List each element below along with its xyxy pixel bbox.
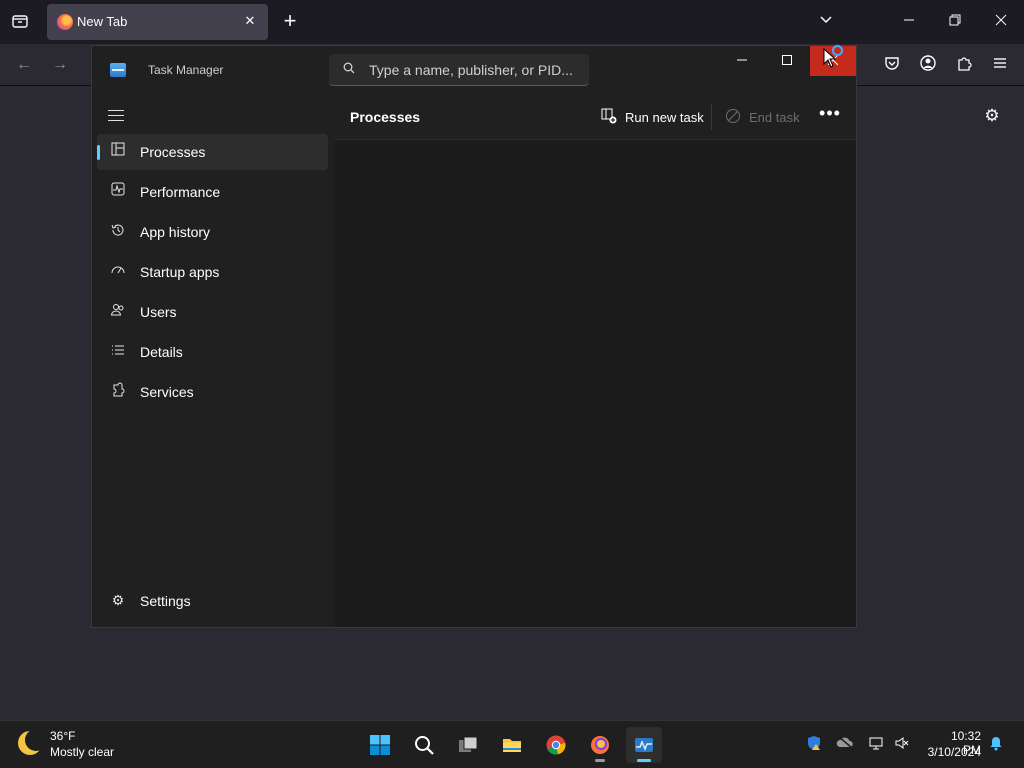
sidebar-item-details[interactable]: Details [97, 334, 328, 370]
sidebar-item-settings[interactable]: ⚙ Settings [97, 583, 328, 619]
sidebar-item-label: Services [140, 384, 194, 400]
minimize-icon[interactable] [899, 12, 919, 32]
sidebar-item-services[interactable]: Services [97, 374, 328, 410]
sidebar-item-label: Details [140, 344, 183, 360]
command-bar: Processes Run new task End task ••• [334, 94, 856, 140]
window-title: Task Manager [148, 63, 224, 77]
close-icon[interactable] [991, 12, 1011, 32]
notification-bell-icon[interactable] [987, 735, 1005, 753]
page-title: Processes [350, 109, 421, 125]
run-new-task-button[interactable]: Run new task [601, 103, 705, 131]
task-manager-button[interactable] [626, 727, 662, 763]
block-icon [725, 108, 741, 124]
account-icon[interactable] [918, 55, 938, 75]
task-manager-window: Task Manager Processes [91, 45, 857, 628]
task-view-icon [459, 736, 478, 752]
tab-list-icon[interactable] [10, 12, 30, 32]
processes-page: Processes Run new task End task ••• [334, 94, 856, 627]
folder-icon [503, 739, 521, 752]
sidebar-item-startup-apps[interactable]: Startup apps [97, 254, 328, 290]
network-icon[interactable] [867, 735, 885, 753]
task-view-button[interactable] [450, 727, 486, 763]
browser-tab-title: New Tab [77, 14, 128, 29]
chevron-down-icon[interactable] [816, 12, 836, 32]
active-indicator [637, 759, 651, 762]
forward-arrow-icon[interactable]: → [50, 55, 70, 75]
browser-tab-bar: New Tab ✕ + [0, 0, 1024, 44]
sidebar-item-label: Startup apps [140, 264, 220, 280]
clock-date[interactable]: 3/10/2024 [922, 745, 981, 759]
tab-close-icon[interactable]: ✕ [240, 11, 260, 31]
restore-icon[interactable] [945, 12, 965, 32]
sidebar-item-app-history[interactable]: App history [97, 214, 328, 250]
tm-minimize-button[interactable] [719, 46, 765, 76]
search-input[interactable] [369, 58, 579, 82]
menu-icon[interactable] [990, 55, 1010, 75]
task-manager-icon [635, 738, 653, 752]
search-icon [343, 62, 355, 77]
onedrive-cloud-icon[interactable] [836, 735, 854, 753]
search-icon [415, 736, 434, 755]
extensions-icon[interactable] [954, 55, 974, 75]
new-tab-icon[interactable]: + [280, 10, 300, 33]
title-bar: Task Manager [92, 46, 856, 94]
back-arrow-icon[interactable]: ← [14, 55, 34, 75]
run-task-icon [601, 108, 617, 124]
toolbar-divider [711, 104, 712, 130]
weather-moon-icon[interactable] [18, 729, 47, 755]
more-options-icon[interactable]: ••• [818, 104, 842, 126]
weather-temperature[interactable]: 36°F [50, 729, 75, 743]
volume-muted-icon[interactable] [893, 735, 911, 753]
firefox-icon [57, 14, 73, 30]
hamburger-menu-icon[interactable] [108, 110, 124, 122]
firefox-button[interactable] [582, 727, 618, 763]
sidebar-item-performance[interactable]: Performance [97, 174, 328, 210]
sidebar-item-label: App history [140, 224, 211, 240]
sidebar-item-processes[interactable]: Processes [97, 134, 328, 170]
sidebar: Processes Performance App history Startu… [92, 94, 332, 627]
security-shield-icon[interactable] [805, 735, 823, 753]
taskbar-search-button[interactable] [406, 727, 442, 763]
chrome-icon [546, 735, 566, 755]
processes-icon [109, 142, 127, 160]
end-task-label: End task [749, 110, 800, 125]
weather-description[interactable]: Mostly clear [50, 745, 114, 759]
details-icon [109, 342, 127, 360]
start-button[interactable] [362, 727, 398, 763]
newtab-settings-gear-icon[interactable]: ⚙ [982, 106, 1002, 126]
task-manager-logo-icon [110, 63, 126, 77]
search-box[interactable] [329, 54, 589, 86]
sidebar-item-label: Settings [140, 593, 191, 609]
run-new-task-label: Run new task [625, 110, 704, 125]
sidebar-item-label: Performance [140, 184, 221, 200]
sidebar-item-label: Users [140, 304, 177, 320]
firefox-icon [591, 736, 609, 754]
sidebar-item-users[interactable]: Users [97, 294, 328, 330]
taskbar: 36°F Mostly clear 10:32 PM 3/10/2024 [0, 720, 1024, 768]
users-icon [109, 302, 127, 320]
startup-icon [109, 262, 127, 280]
file-explorer-button[interactable] [494, 727, 530, 763]
running-indicator [595, 759, 605, 762]
gear-icon: ⚙ [111, 592, 125, 608]
history-icon [109, 222, 127, 240]
services-icon [109, 382, 127, 400]
chrome-button[interactable] [538, 727, 574, 763]
pocket-icon[interactable] [882, 55, 902, 75]
tm-maximize-button[interactable] [764, 46, 810, 76]
browser-tab[interactable]: New Tab ✕ [47, 4, 268, 40]
busy-spinner-icon [832, 45, 843, 56]
end-task-button[interactable]: End task [725, 103, 805, 131]
windows-logo-icon [370, 735, 390, 755]
performance-icon [109, 182, 127, 200]
sidebar-item-label: Processes [140, 144, 206, 160]
